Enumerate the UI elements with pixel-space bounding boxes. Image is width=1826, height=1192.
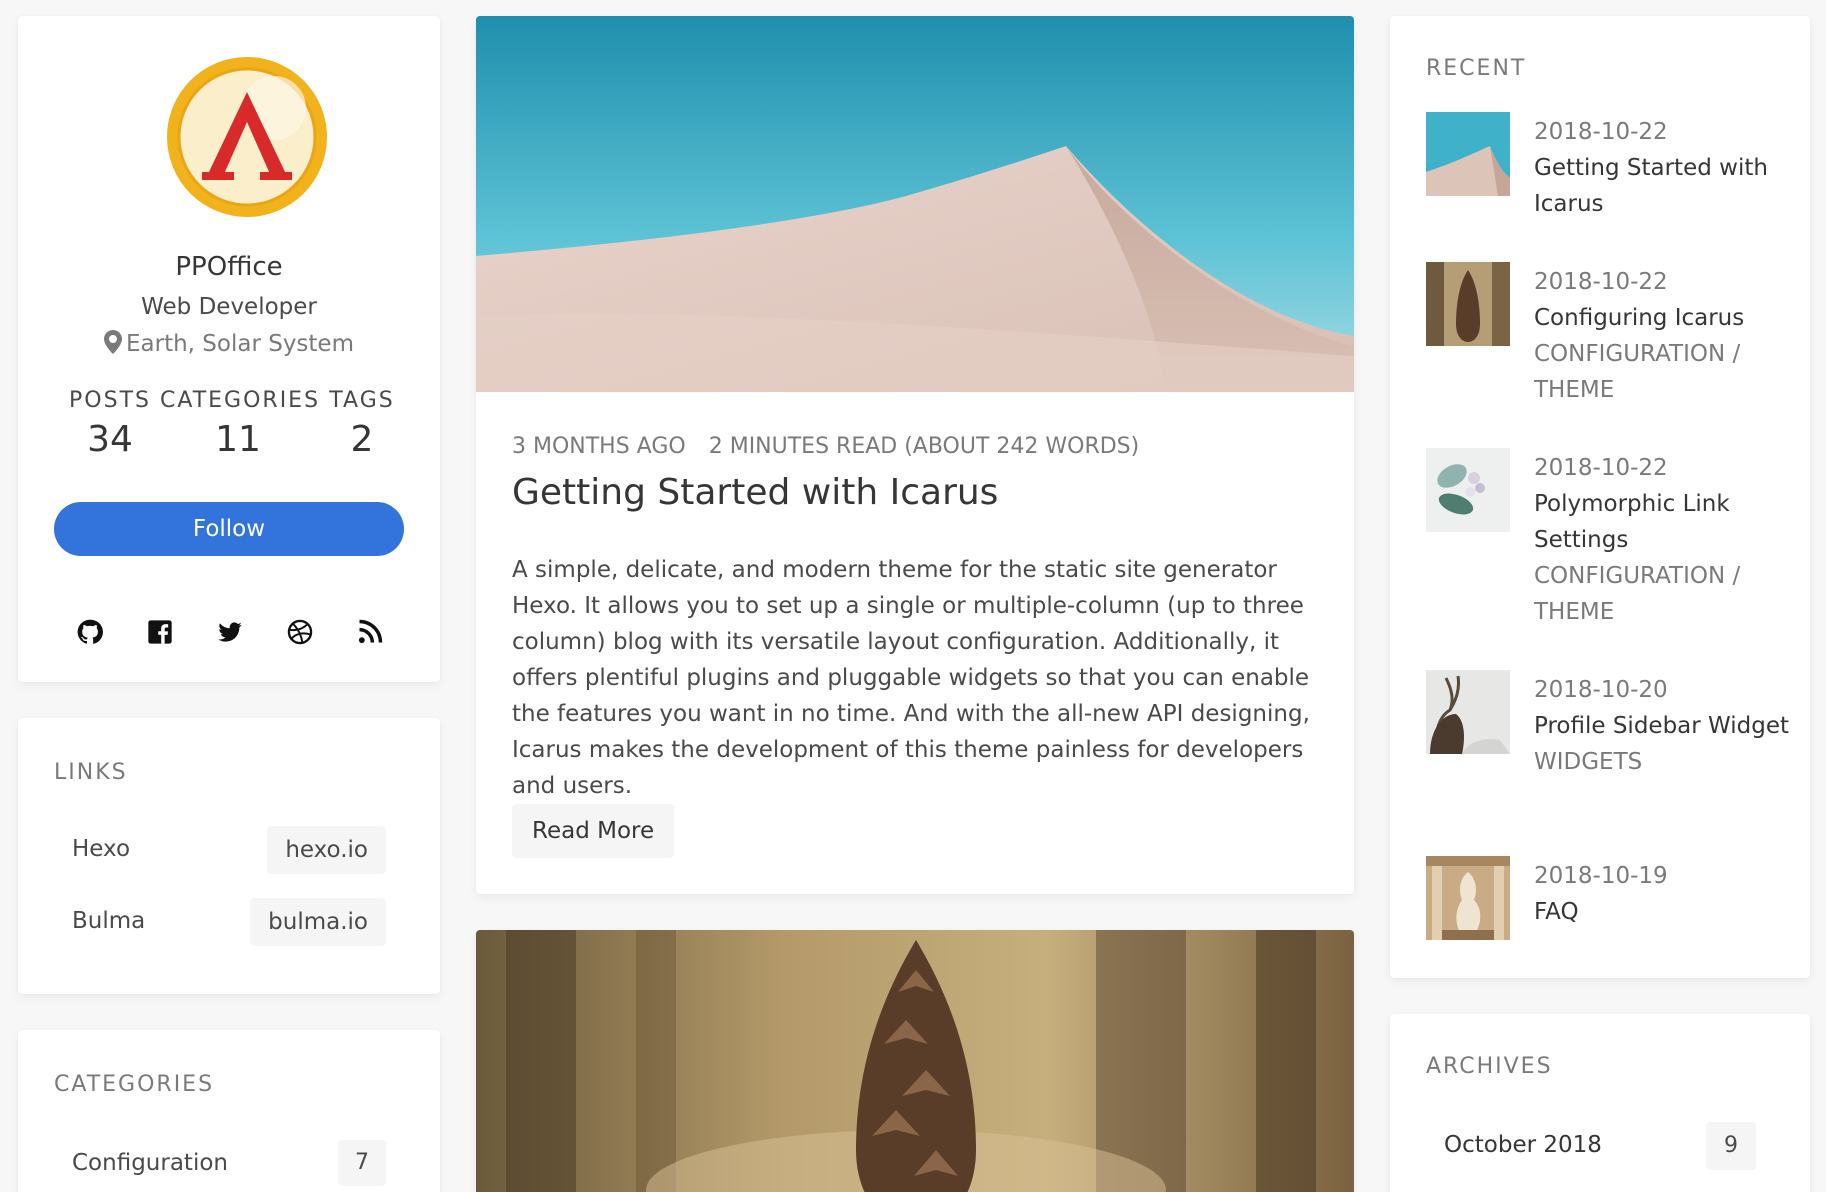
recent-post-thumbnail[interactable] (1426, 448, 1510, 532)
archive-month: October 2018 (1444, 1132, 1602, 1158)
stat-tags[interactable]: TAGS 2 (326, 388, 398, 460)
map-marker-icon (104, 330, 122, 354)
recent-post-title[interactable]: Getting Started with Icarus (1534, 150, 1794, 222)
widget-title: CATEGORIES (54, 1072, 215, 1097)
category-item-configuration[interactable]: Configuration 7 (72, 1140, 386, 1186)
post-date: 3 MONTHS AGO (512, 434, 686, 459)
author-location: Earth, Solar System (18, 330, 440, 357)
recent-post-date: 2018-10-22 (1534, 269, 1668, 295)
stat-value: 11 (215, 419, 261, 460)
archive-item-october-2018[interactable]: October 2018 9 (1444, 1122, 1756, 1170)
recent-post-title[interactable]: Polymorphic Link Settings (1534, 486, 1794, 558)
link-url-tag[interactable]: bulma.io (250, 898, 386, 946)
dribbble-icon[interactable] (286, 618, 314, 646)
stat-posts[interactable]: POSTS 34 (62, 388, 158, 460)
post-excerpt: A simple, delicate, and modern theme for… (512, 557, 1310, 799)
category-count: 7 (338, 1140, 386, 1186)
stat-value: 2 (350, 419, 374, 460)
recent-post-category[interactable]: WIDGETS (1534, 744, 1794, 780)
link-name: Bulma (72, 908, 146, 934)
widget-title: ARCHIVES (1426, 1054, 1553, 1079)
recent-post-title[interactable]: Configuring Icarus (1534, 300, 1794, 336)
recent-post-thumbnail[interactable] (1426, 112, 1510, 196)
follow-button[interactable]: Follow (54, 502, 404, 556)
stat-categories[interactable]: CATEGORIES 11 (160, 388, 321, 460)
twitter-icon[interactable] (216, 618, 244, 646)
links-widget: LINKS Hexo hexo.io Bulma bulma.io (18, 718, 440, 994)
facebook-icon[interactable] (146, 618, 174, 646)
archives-widget: ARCHIVES October 2018 9 (1390, 1014, 1810, 1192)
rss-icon[interactable] (356, 618, 384, 646)
stat-value: 34 (87, 419, 133, 460)
post-meta: 3 MONTHS AGO 2 MINUTES READ (ABOUT 242 W… (512, 434, 1139, 459)
recent-post-category[interactable]: CONFIGURATION / THEME (1534, 336, 1794, 408)
recent-post-thumbnail[interactable] (1426, 262, 1510, 346)
post-card (476, 930, 1354, 1192)
recent-post-title[interactable]: Profile Sidebar Widget (1534, 708, 1794, 744)
recent-post-date: 2018-10-22 (1534, 455, 1668, 481)
stat-label: TAGS (329, 388, 395, 413)
author-title: Web Developer (141, 294, 317, 320)
widget-title: RECENT (1426, 56, 1527, 81)
read-more-button[interactable]: Read More (512, 804, 675, 858)
author-name: PPOffice (175, 252, 283, 282)
recent-post-title[interactable]: FAQ (1534, 894, 1794, 930)
link-name: Hexo (72, 836, 131, 862)
recent-post-thumbnail[interactable] (1426, 670, 1510, 754)
recent-post-date: 2018-10-19 (1534, 863, 1668, 889)
avatar (167, 57, 327, 217)
recent-posts-widget: RECENT 2018-10-22 Getting Started with I… (1390, 16, 1810, 978)
categories-widget: CATEGORIES Configuration 7 (18, 1030, 440, 1192)
post-title[interactable]: Getting Started with Icarus (512, 472, 998, 513)
post-cover-image[interactable] (476, 16, 1354, 392)
recent-post-date: 2018-10-22 (1534, 119, 1668, 145)
github-icon[interactable] (76, 618, 104, 646)
link-url-tag[interactable]: hexo.io (267, 826, 386, 874)
post-card: 3 MONTHS AGO 2 MINUTES READ (ABOUT 242 W… (476, 16, 1354, 894)
post-cover-image[interactable] (476, 930, 1354, 1192)
widget-title: LINKS (54, 760, 128, 785)
category-name: Configuration (72, 1150, 228, 1176)
recent-post-thumbnail[interactable] (1426, 856, 1510, 940)
post-read-time: 2 MINUTES READ (ABOUT 242 WORDS) (708, 434, 1140, 459)
link-item-hexo[interactable]: Hexo hexo.io (72, 826, 386, 874)
stat-label: CATEGORIES (160, 388, 321, 413)
recent-post-category[interactable]: CONFIGURATION / THEME (1534, 558, 1794, 630)
profile-card: PPOffice Web Developer Earth, Solar Syst… (18, 16, 440, 682)
link-item-bulma[interactable]: Bulma bulma.io (72, 898, 386, 946)
archive-count: 9 (1706, 1122, 1756, 1170)
recent-post-date: 2018-10-20 (1534, 677, 1668, 703)
stat-label: POSTS (69, 388, 151, 413)
